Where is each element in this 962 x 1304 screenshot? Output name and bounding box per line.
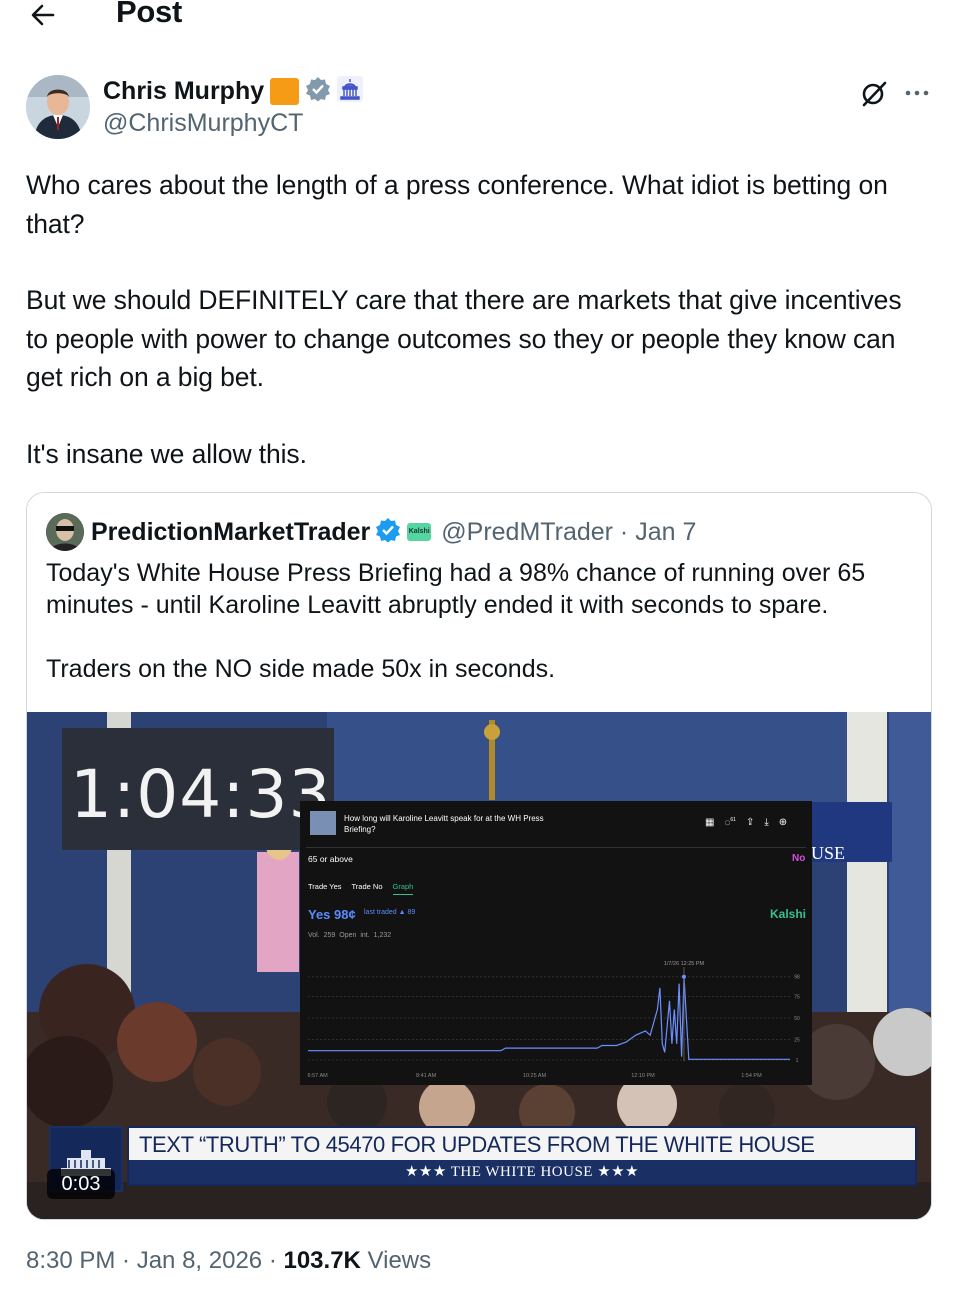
x-tick-label: 6:57 AM bbox=[308, 1073, 329, 1079]
market-tabs: Trade Yes Trade No Graph bbox=[308, 882, 414, 895]
price-chart: 98 75 50 25 1 6:57 AM 8:41 AM 10:25 AM 12:10 PM 1… bbox=[308, 961, 800, 1079]
page-title: Post bbox=[116, 0, 182, 29]
countdown-timer: 1:04:33 bbox=[62, 728, 334, 850]
market-stats: Vol. 259 Open int. 1,232 bbox=[308, 932, 391, 939]
more-options-icon[interactable] bbox=[902, 78, 932, 108]
volume: Vol. 259 bbox=[308, 932, 336, 939]
views-label: Views bbox=[360, 1247, 432, 1274]
quote-paragraph: Today's White House Press Briefing had a… bbox=[46, 559, 873, 619]
quote-paragraph: Traders on the NO side made 50x in secon… bbox=[46, 655, 556, 683]
tab-trade-no: Trade No bbox=[351, 882, 383, 891]
side-sign-text: USE bbox=[811, 843, 846, 863]
download-icon: ⤓ bbox=[764, 817, 769, 828]
author-line: Chris Murphy bbox=[103, 75, 364, 107]
comment-icon: ◌61 bbox=[724, 817, 736, 829]
x-tick-label: 8:41 AM bbox=[416, 1073, 437, 1079]
video-player[interactable]: 1:04:33 USE How long will Karoline Leavi… bbox=[27, 712, 931, 1219]
market-question: How long will Karoline Leavitt speak for… bbox=[344, 814, 544, 834]
x-tick-label: 1:54 PM bbox=[741, 1073, 762, 1079]
comment-count: 61 bbox=[730, 817, 736, 823]
x-tick-label: 10:25 AM bbox=[523, 1073, 547, 1079]
share-icon: ⇪ bbox=[745, 817, 755, 828]
orange-square-icon bbox=[270, 77, 300, 105]
last-traded: last traded ▲ 89 bbox=[364, 909, 416, 916]
lower-third-banner: TEXT “TRUTH” TO 45470 FOR UPDATES FROM T… bbox=[127, 1126, 917, 1186]
verified-badge-icon bbox=[375, 517, 401, 548]
views-count: 103.7K bbox=[283, 1247, 361, 1274]
tab-trade-yes: Trade Yes bbox=[308, 882, 342, 891]
post-timestamp[interactable]: 8:30 PM · Jan 8, 2026 · bbox=[26, 1247, 283, 1274]
quote-body: Today's White House Press Briefing had a… bbox=[46, 557, 906, 685]
video-duration: 0:03 bbox=[47, 1169, 115, 1199]
banner-text: TEXT “TRUTH” TO 45470 FOR UPDATES FROM T… bbox=[139, 1132, 815, 1157]
y-tick-label: 50 bbox=[794, 1016, 800, 1022]
banner-band: ★★★ THE WHITE HOUSE ★★★ bbox=[129, 1160, 915, 1184]
tweet-body: Who cares about the length of a press co… bbox=[26, 166, 926, 473]
y-tick-label: 98 bbox=[794, 975, 800, 981]
author-avatar[interactable] bbox=[26, 75, 90, 139]
post-meta: 8:30 PM · Jan 8, 2026 · 103.7K Views bbox=[26, 1247, 431, 1275]
verified-badge-icon bbox=[305, 76, 331, 107]
tweet-paragraph: It's insane we allow this. bbox=[26, 438, 307, 469]
quoted-post[interactable]: PredictionMarketTrader Kalshi @PredMTrad… bbox=[26, 492, 932, 1220]
grok-icon[interactable] bbox=[858, 78, 890, 110]
yes-price: Yes 98¢ bbox=[308, 907, 356, 922]
capitol-badge-icon bbox=[337, 75, 364, 107]
author-handle[interactable]: @ChrisMurphyCT bbox=[103, 109, 303, 138]
kalshi-badge-icon: Kalshi bbox=[407, 523, 432, 541]
y-tick-label: 25 bbox=[794, 1038, 800, 1044]
no-label: No bbox=[792, 853, 806, 864]
x-tick-label: 12:10 PM bbox=[631, 1073, 655, 1079]
timer-text: 1:04:33 bbox=[70, 756, 332, 833]
open-interest: Open int. 1,232 bbox=[339, 932, 392, 939]
y-tick-label: 1 bbox=[796, 1058, 799, 1064]
hover-point bbox=[681, 974, 686, 979]
market-outcome: 65 or above bbox=[308, 854, 353, 864]
y-tick-label: 75 bbox=[794, 995, 800, 1001]
divider bbox=[306, 847, 806, 848]
quote-author-name[interactable]: PredictionMarketTrader bbox=[91, 518, 370, 547]
market-toolbar: ▦ ◌61 ⇪ ⤓ ⊕ bbox=[705, 817, 787, 828]
author-name[interactable]: Chris Murphy bbox=[103, 77, 264, 106]
quote-header: PredictionMarketTrader Kalshi @PredMTrad… bbox=[91, 515, 696, 549]
kalshi-market-panel: How long will Karoline Leavitt speak for… bbox=[300, 801, 812, 1085]
market-thumbnail bbox=[310, 811, 336, 835]
kalshi-logo-text: Kalshi bbox=[770, 907, 807, 921]
quote-handle-date[interactable]: @PredMTrader · Jan 7 bbox=[441, 518, 696, 547]
back-arrow-icon[interactable] bbox=[28, 0, 58, 30]
tweet-paragraph: Who cares about the length of a press co… bbox=[26, 170, 895, 239]
quote-author-avatar[interactable] bbox=[46, 513, 84, 551]
tab-graph: Graph bbox=[392, 882, 414, 895]
calendar-icon: ▦ bbox=[705, 817, 715, 828]
hover-label: 1/7/26 12:25 PM bbox=[664, 961, 705, 967]
add-icon: ⊕ bbox=[778, 817, 788, 828]
tweet-paragraph: But we should DEFINITELY care that there… bbox=[26, 285, 909, 392]
top-bar: Post bbox=[0, 0, 962, 40]
